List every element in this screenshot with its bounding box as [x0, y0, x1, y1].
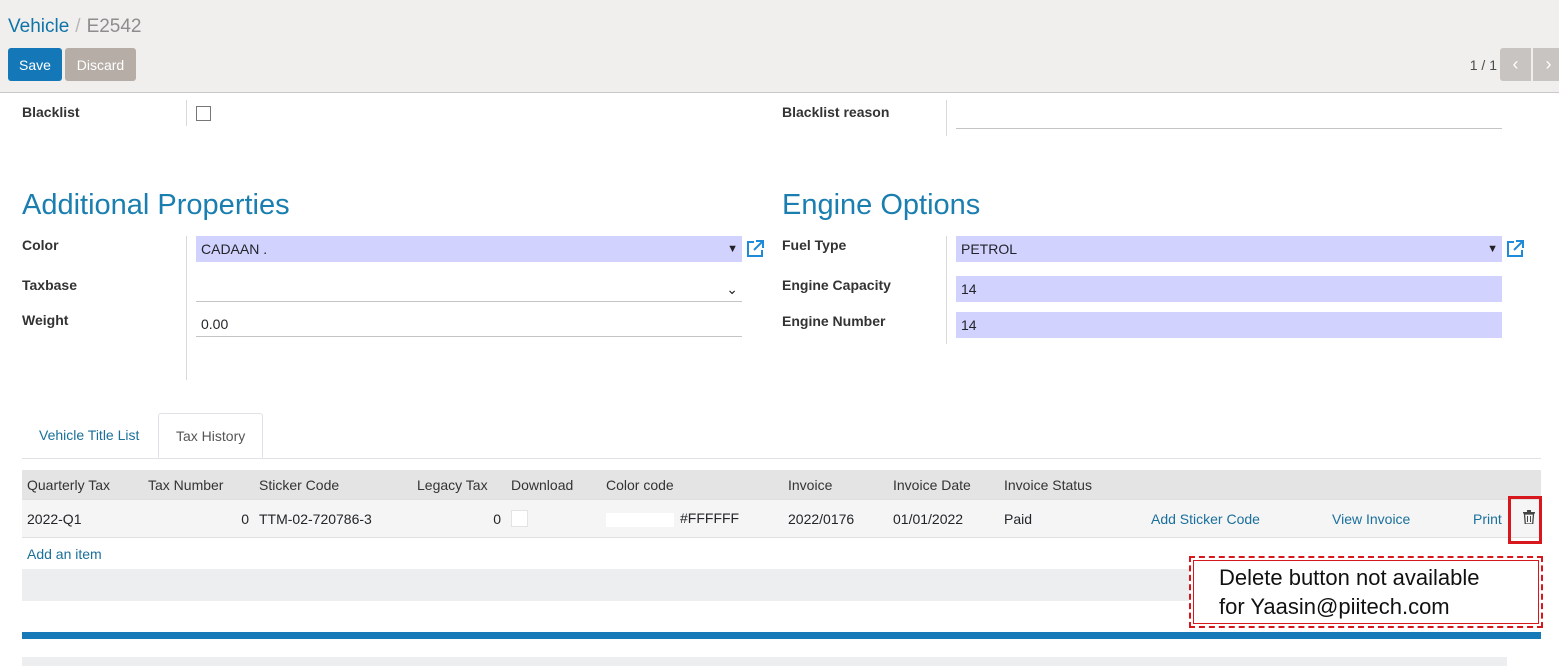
column-header[interactable]: Quarterly Tax [22, 470, 143, 500]
chevron-left-icon[interactable]: ‹ [1500, 48, 1531, 81]
pager-value[interactable]: 1 / 1 [1470, 57, 1497, 73]
taxbase-label: Taxbase [22, 277, 77, 293]
blacklist-reason-label: Blacklist reason [782, 104, 890, 120]
add-sticker-code-button[interactable]: Add Sticker Code [1151, 511, 1260, 527]
color-swatch [606, 512, 674, 527]
color-code-value: #FFFFFF [680, 510, 740, 527]
column-header[interactable]: Color code [601, 470, 783, 500]
column-header[interactable]: Sticker Code [254, 470, 412, 500]
tax-history-table: Quarterly Tax Tax Number Sticker Code Le… [22, 470, 1541, 538]
add-an-item-link[interactable]: Add an item [27, 546, 102, 562]
download-cell[interactable] [506, 499, 601, 538]
fuel-type-select[interactable]: PETROL ▼ [956, 236, 1502, 262]
label-separator [946, 100, 947, 136]
invoice-cell[interactable]: 2022/0176 [783, 499, 888, 538]
label-separator [186, 236, 187, 380]
taxbase-select[interactable]: ⌄ [196, 276, 742, 302]
print-cell: Print [1443, 499, 1507, 538]
print-button[interactable]: Print [1473, 511, 1502, 527]
sticker-code-cell[interactable]: TTM-02-720786-3 [254, 499, 412, 538]
engine-number-input[interactable]: 14 [956, 312, 1502, 338]
engine-number-label: Engine Number [782, 313, 886, 329]
view-invoice-button[interactable]: View Invoice [1332, 511, 1410, 527]
invoice-date-cell[interactable]: 01/01/2022 [888, 499, 999, 538]
breadcrumb-vehicle-link[interactable]: Vehicle [8, 16, 69, 37]
column-header[interactable]: Tax Number [143, 470, 254, 500]
tab-vehicle-title-list[interactable]: Vehicle Title List [22, 413, 156, 458]
chevron-right-icon[interactable]: › [1533, 48, 1559, 81]
label-separator [946, 236, 947, 344]
external-link-icon[interactable] [1505, 239, 1525, 259]
external-link-icon[interactable] [745, 239, 765, 259]
caret-down-icon: ▼ [727, 243, 738, 255]
color-value: CADAAN . [201, 241, 268, 257]
control-panel: Vehicle / E2542 Save Discard 1 / 1 ‹ › [0, 0, 1559, 93]
blacklist-reason-input[interactable] [956, 108, 1502, 129]
discard-button[interactable]: Discard [65, 48, 136, 81]
chevron-down-icon: ⌄ [726, 281, 738, 297]
additional-properties-heading: Additional Properties [22, 189, 290, 221]
column-header [1307, 470, 1443, 500]
save-button[interactable]: Save [8, 48, 62, 81]
color-code-cell[interactable]: #FFFFFF [601, 499, 783, 538]
engine-capacity-input[interactable]: 14 [956, 276, 1502, 302]
tax-number-cell[interactable]: 0 [143, 499, 254, 538]
legacy-tax-cell[interactable]: 0 [412, 499, 506, 538]
engine-capacity-label: Engine Capacity [782, 277, 891, 293]
engine-number-value: 14 [961, 317, 977, 333]
engine-options-heading: Engine Options [782, 189, 981, 221]
column-header[interactable]: Legacy Tax [412, 470, 506, 500]
horizontal-scrollbar[interactable] [22, 657, 1507, 666]
weight-value: 0.00 [201, 316, 229, 332]
engine-capacity-value: 14 [961, 281, 977, 297]
table-header-row: Quarterly Tax Tax Number Sticker Code Le… [22, 470, 1541, 500]
download-checkbox[interactable] [511, 510, 528, 528]
column-header [1443, 470, 1507, 500]
add-sticker-cell: Add Sticker Code [1136, 499, 1307, 538]
weight-input[interactable]: 0.00 [196, 311, 742, 337]
breadcrumb: Vehicle / E2542 [8, 16, 142, 38]
caret-down-icon: ▼ [1487, 243, 1498, 255]
annotation-callout: Delete button not available for Yaasin@p… [1189, 556, 1543, 628]
table-row[interactable]: 2022-Q1 0 TTM-02-720786-3 0 #FFFFFF 2022… [22, 499, 1541, 538]
column-header [1136, 470, 1307, 500]
annotation-line-2: for Yaasin@piitech.com [1219, 594, 1450, 619]
fuel-type-value: PETROL [961, 241, 1018, 257]
notebook-tabs: Vehicle Title List Tax History [22, 413, 1541, 459]
breadcrumb-current: E2542 [86, 16, 142, 37]
breadcrumb-separator: / [75, 16, 81, 37]
trash-icon[interactable] [1523, 510, 1535, 524]
column-header[interactable]: Download [506, 470, 601, 500]
blacklist-checkbox[interactable] [196, 106, 211, 121]
fuel-type-label: Fuel Type [782, 237, 847, 253]
weight-label: Weight [22, 312, 69, 328]
color-label: Color [22, 237, 59, 253]
tab-tax-history[interactable]: Tax History [158, 413, 264, 458]
column-header[interactable]: Invoice Date [888, 470, 999, 500]
color-select[interactable]: CADAAN . ▼ [196, 236, 742, 262]
blacklist-label: Blacklist [22, 104, 80, 120]
annotation-line-1: Delete button not available [1219, 565, 1480, 590]
quarterly-tax-cell[interactable]: 2022-Q1 [22, 499, 143, 538]
column-header[interactable]: Invoice [783, 470, 888, 500]
invoice-status-cell[interactable]: Paid [999, 499, 1136, 538]
divider-bar [22, 632, 1541, 639]
view-invoice-cell: View Invoice [1307, 499, 1443, 538]
column-header[interactable]: Invoice Status [999, 470, 1136, 500]
label-separator [186, 100, 187, 126]
